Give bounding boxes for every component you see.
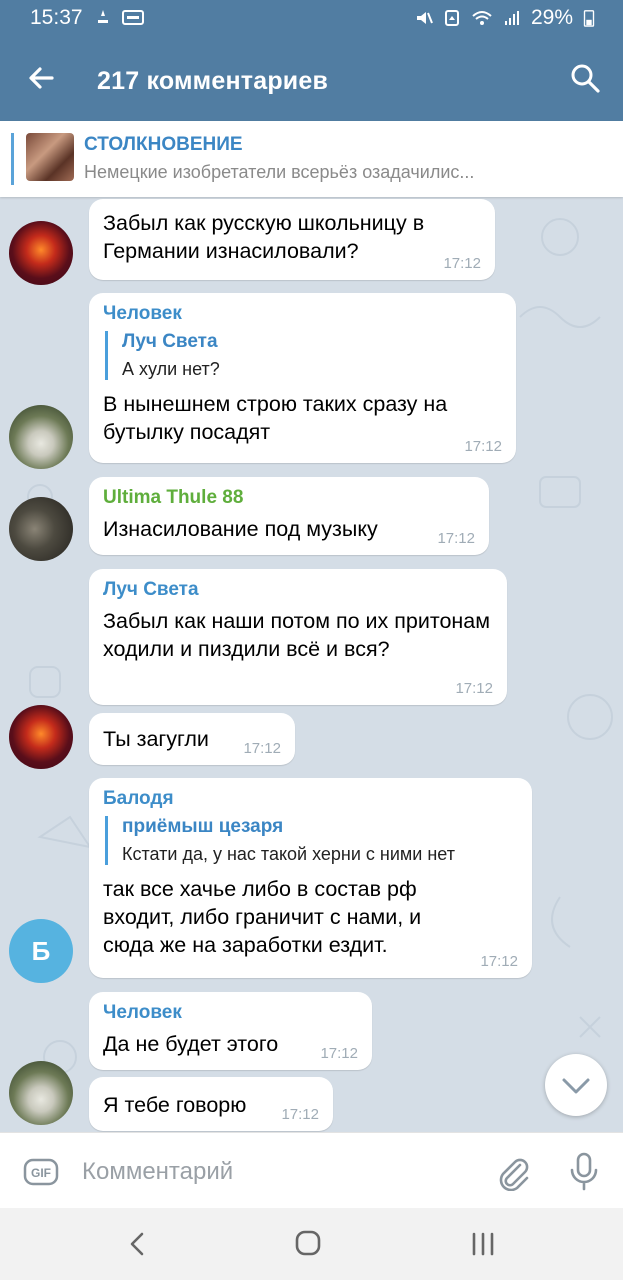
avatar[interactable] bbox=[9, 405, 73, 469]
message-bubble: Балодя приёмыш цезаря Кстати да, у нас т… bbox=[89, 778, 532, 978]
status-bar: 15:37 29% bbox=[0, 0, 623, 36]
message-bubble: Забыл как русскую школьницу в Германии и… bbox=[89, 199, 495, 280]
nav-home-icon[interactable] bbox=[288, 1228, 328, 1260]
system-navigation-bar bbox=[0, 1208, 623, 1280]
message-bubble: Ultima Thule 88 Изнасилование под музыку… bbox=[89, 477, 489, 555]
search-icon[interactable] bbox=[567, 60, 603, 96]
message-text: так все хачье либо в состав рф входит, л… bbox=[103, 877, 422, 957]
status-right-icons: 29% bbox=[415, 6, 595, 30]
message-text: В нынешнем строю таких сразу на бутылку … bbox=[103, 392, 448, 444]
chevron-down-icon bbox=[562, 1078, 590, 1094]
message-time: 17:12 bbox=[437, 530, 475, 547]
status-time: 15:37 bbox=[30, 6, 83, 29]
message-time: 17:12 bbox=[281, 1106, 319, 1123]
pinned-accent-bar bbox=[11, 133, 14, 185]
reply-text: А хули нет? bbox=[122, 359, 220, 379]
sender-name[interactable]: Человек bbox=[103, 1002, 358, 1024]
avatar[interactable] bbox=[9, 221, 73, 285]
sender-name[interactable]: Луч Света bbox=[103, 579, 493, 601]
mute-icon bbox=[416, 12, 433, 24]
comment-input-bar: GIF bbox=[0, 1132, 623, 1209]
message-time: 17:12 bbox=[464, 438, 502, 455]
pinned-title: СТОЛКНОВЕНИЕ bbox=[84, 134, 243, 155]
message-bubble: Человек Да не будет этого 17:12 bbox=[89, 992, 372, 1070]
reply-sender: приёмыш цезаря bbox=[122, 816, 284, 837]
sender-name[interactable]: Человек bbox=[103, 303, 502, 325]
microphone-icon[interactable] bbox=[566, 1151, 602, 1191]
sender-name[interactable]: Балодя bbox=[103, 788, 518, 810]
message-bubble: Ты загугли 17:12 bbox=[89, 713, 295, 765]
message-time: 17:12 bbox=[243, 740, 281, 757]
nav-back-icon[interactable] bbox=[118, 1228, 158, 1260]
avatar[interactable] bbox=[9, 1061, 73, 1125]
message-text: Забыл как наши потом по их притонам ходи… bbox=[103, 609, 491, 661]
notification-icon bbox=[98, 10, 108, 23]
wifi-icon bbox=[472, 11, 492, 25]
avatar[interactable] bbox=[9, 705, 73, 769]
nav-recents-icon[interactable] bbox=[463, 1228, 503, 1260]
message-bubble: Луч Света Забыл как наши потом по их при… bbox=[89, 569, 507, 705]
pinned-thumbnail bbox=[26, 133, 74, 181]
battery-icon bbox=[583, 10, 595, 27]
gif-icon[interactable]: GIF bbox=[23, 1157, 59, 1187]
svg-text:GIF: GIF bbox=[31, 1166, 51, 1180]
sender-name[interactable]: Ultima Thule 88 bbox=[103, 487, 475, 509]
signal-icon bbox=[504, 11, 519, 25]
reply-quote[interactable]: Луч Света А хули нет? bbox=[105, 331, 502, 380]
battery-percent: 29% bbox=[530, 6, 573, 29]
message-text: Изнасилование под музыку bbox=[103, 517, 378, 541]
back-arrow-icon[interactable] bbox=[22, 58, 62, 98]
page-title: 217 комментариев bbox=[97, 67, 329, 95]
message-bubble: Я тебе говорю 17:12 bbox=[89, 1077, 333, 1131]
app-notification-icon bbox=[122, 10, 144, 25]
chat-area[interactable]: Забыл как русскую школьницу в Германии и… bbox=[0, 197, 623, 1132]
message-time: 17:12 bbox=[455, 680, 493, 697]
paperclip-icon[interactable] bbox=[494, 1153, 532, 1191]
reply-sender: Луч Света bbox=[122, 331, 218, 352]
pinned-post[interactable]: СТОЛКНОВЕНИЕ Немецкие изобретатели всерь… bbox=[0, 121, 623, 197]
app-header: 217 комментариев bbox=[0, 36, 623, 121]
message-text: Забыл как русскую школьницу в Германии и… bbox=[103, 211, 425, 263]
message-time: 17:12 bbox=[443, 255, 481, 272]
avatar[interactable]: Б bbox=[9, 919, 73, 983]
avatar[interactable] bbox=[9, 497, 73, 561]
reply-quote[interactable]: приёмыш цезаря Кстати да, у нас такой хе… bbox=[105, 816, 518, 865]
message-time: 17:12 bbox=[320, 1045, 358, 1062]
reply-text: Кстати да, у нас такой херни с ними нет bbox=[122, 844, 455, 864]
status-left-icons bbox=[94, 8, 144, 26]
message-time: 17:12 bbox=[480, 953, 518, 970]
comment-input[interactable] bbox=[80, 1151, 474, 1193]
sync-icon bbox=[444, 10, 459, 26]
message-bubble: Человек Луч Света А хули нет? В нынешнем… bbox=[89, 293, 516, 463]
pinned-text: Немецкие изобретатели всерьёз озадачилис… bbox=[84, 162, 475, 182]
scroll-down-button[interactable] bbox=[545, 1054, 607, 1116]
